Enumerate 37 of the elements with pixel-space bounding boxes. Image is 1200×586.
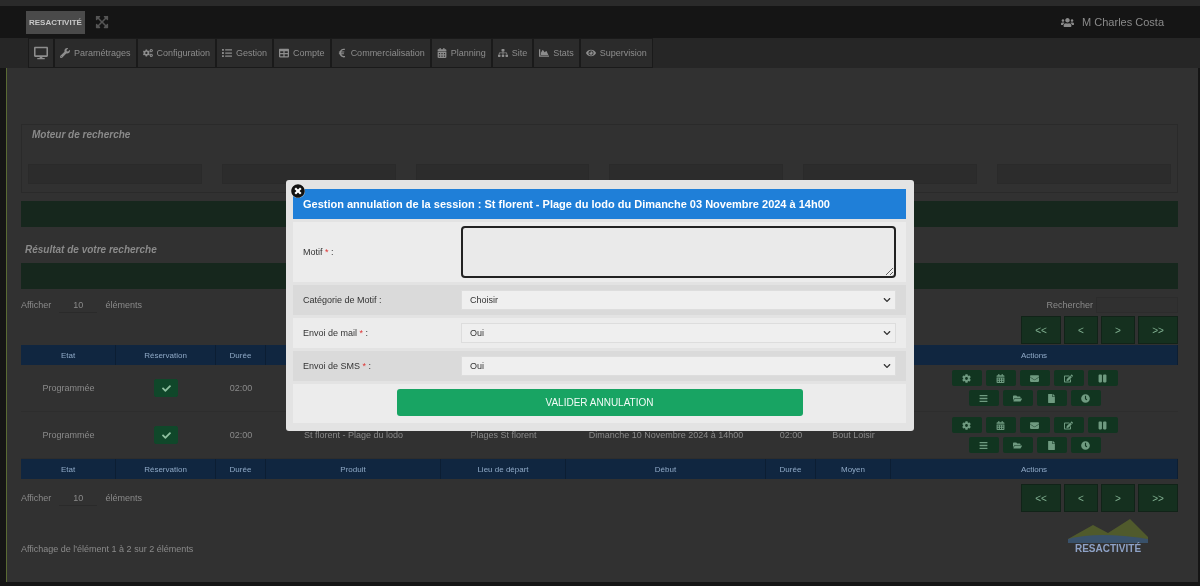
column-header: Etat [60,350,76,360]
section-title: Résultat de votre recherche [24,243,157,255]
column-header: Durée [229,464,252,474]
field-label: Motif * : [303,247,335,257]
table-cell: 02:00 [229,430,253,440]
logo: RESACTIVITÉ [26,10,85,34]
table-cell: Programmée [42,383,95,393]
show-label: Afficher [21,300,52,310]
table-info: Affichage de l'élément 1 à 2 sur 2 éléments [21,544,194,554]
table-cell: Programmée [42,430,95,440]
show-label: Afficher [21,493,52,503]
table-cell: 02:00 [229,383,253,393]
table-cell: Plages St florent [470,430,537,440]
column-header: Etat [60,464,76,474]
table-cell: Dimanche 10 Novembre 2024 à 14h00 [588,430,744,440]
field-label: Envoi de mail * : [303,328,370,338]
search-label: Rechercher [1046,300,1093,310]
column-header: Réservation [144,464,187,474]
dialog-title: Gestion annulation de la session : St florent - Plage du lodo du Dimanche 03 Novembre 2024 à 14h00 [293,189,906,219]
column-header: Durée [229,350,252,360]
table-cell: Bout Loisir [832,430,875,440]
show-suffix: éléments [105,493,142,503]
show-suffix: éléments [105,300,142,310]
footer-logo: RESACTIVITÉ [1074,543,1142,554]
field-label: Catégorie de Motif : [303,295,383,305]
column-header: Moyen [841,464,865,474]
column-header: Durée [779,464,802,474]
column-header: Début [654,464,677,474]
table-cell: St florent - Plage du lodo [303,430,404,440]
table-cell: 02:00 [779,430,803,440]
panel-title: Moteur de recherche [31,129,132,140]
field-label: Envoi de SMS * : [303,361,373,371]
column-header: Lieu de départ [477,464,529,474]
column-header: Actions [1020,464,1048,474]
column-header: Actions [1020,350,1048,360]
column-header: Réservation [144,350,187,360]
column-header: Produit [340,464,366,474]
